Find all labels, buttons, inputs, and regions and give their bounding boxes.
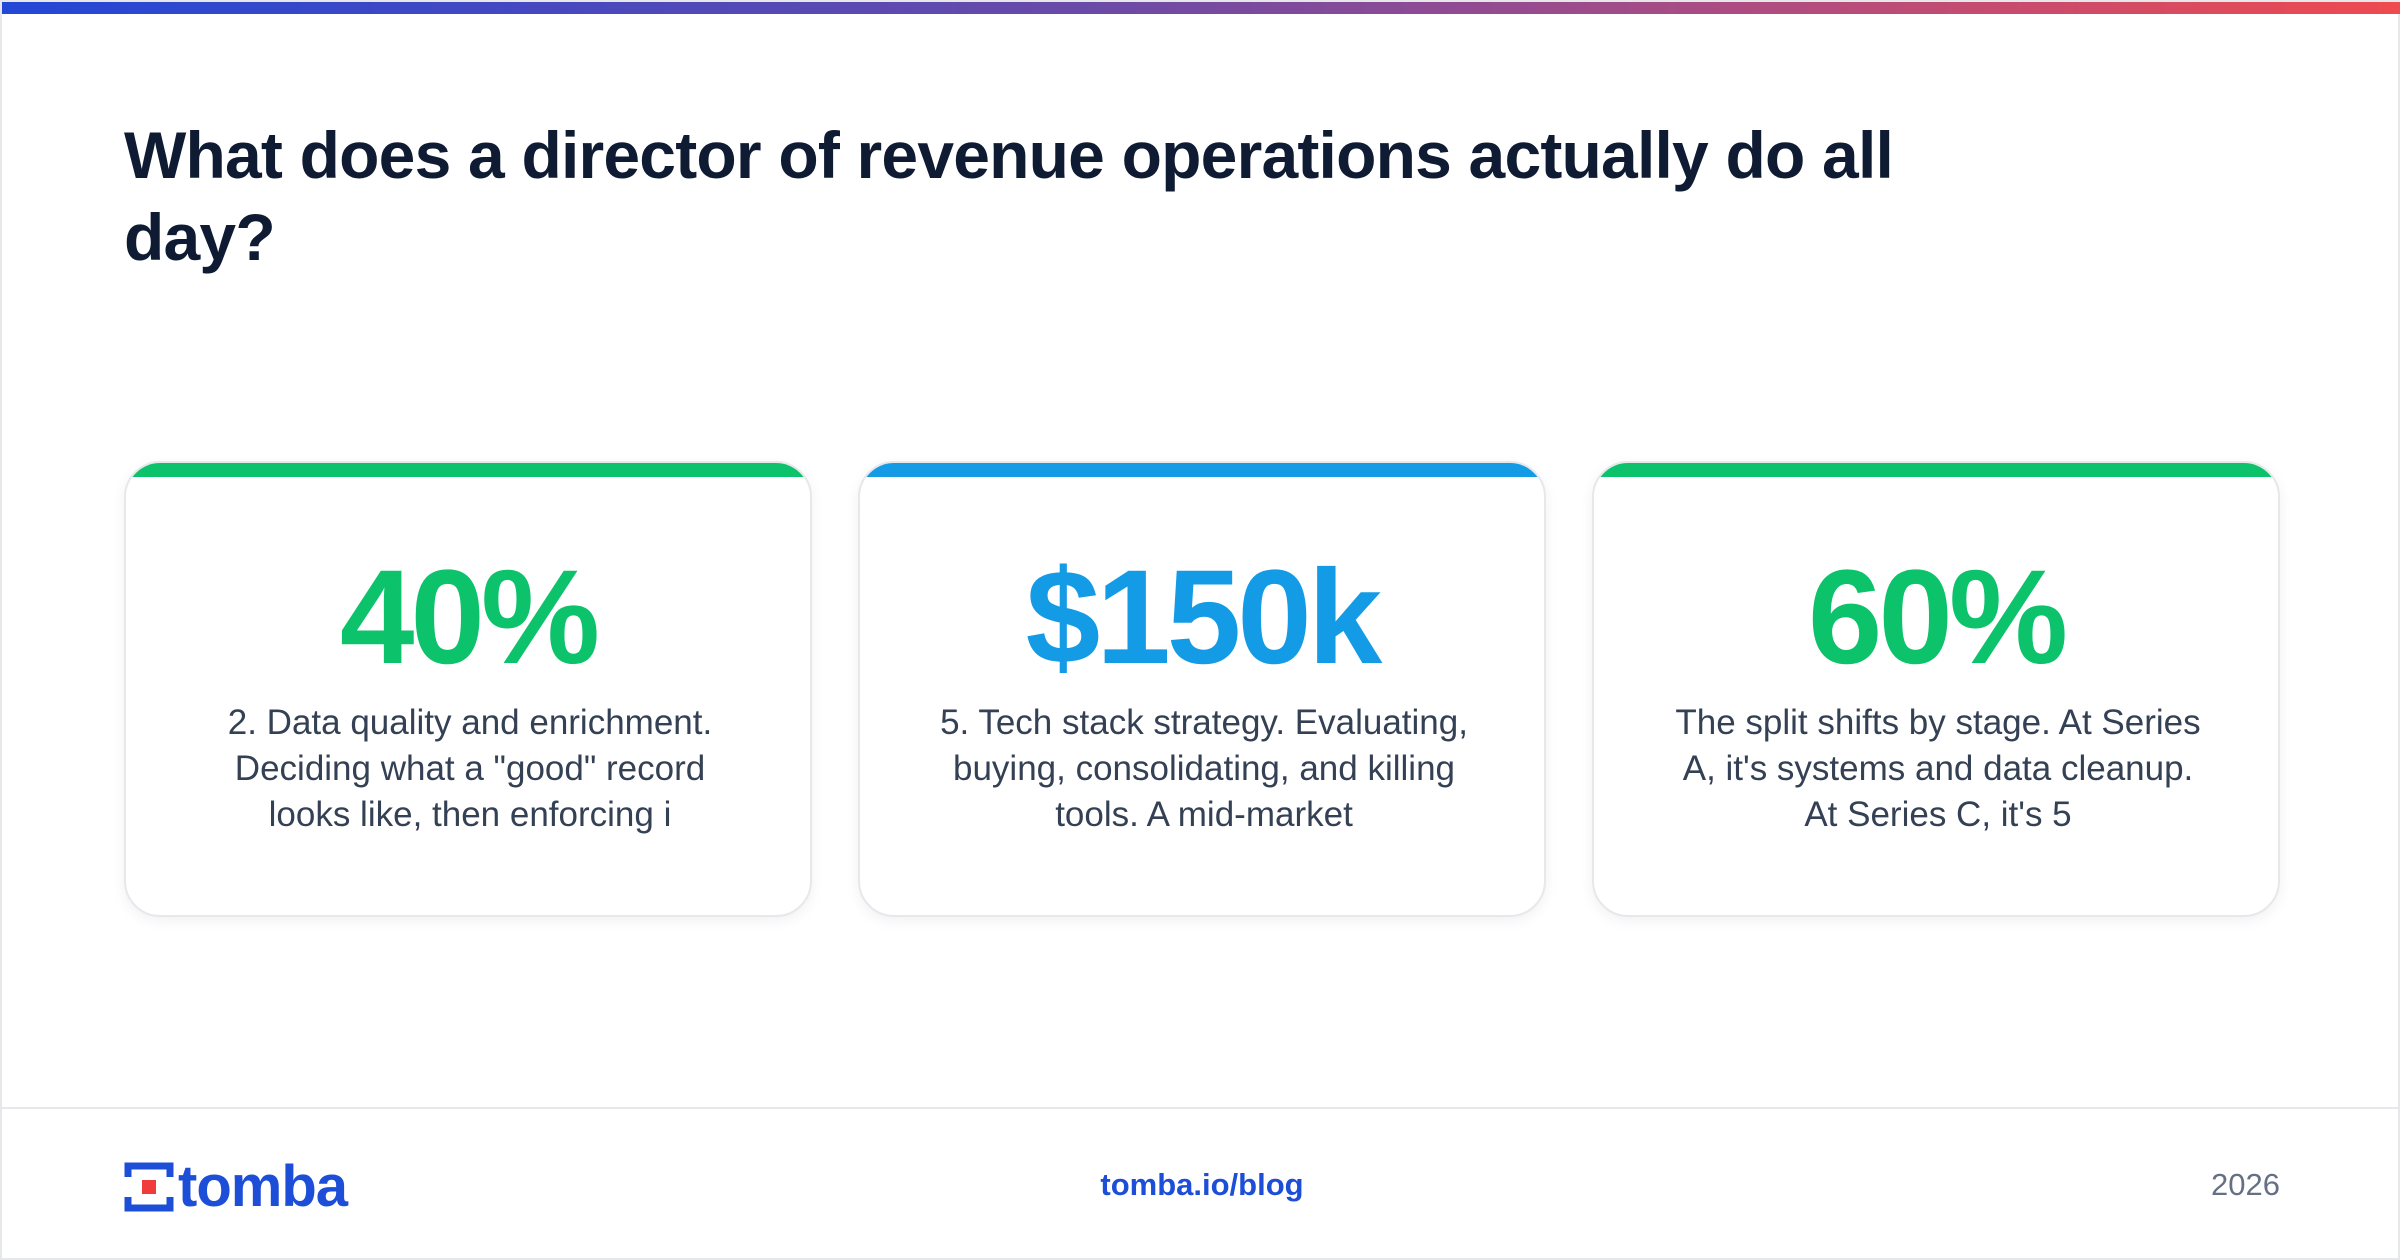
card-accent-bar: [860, 463, 1544, 477]
stat-description: 2. Data quality and enrichment. Deciding…: [227, 703, 713, 834]
footer: tomba tomba.io/blog 2026: [2, 1107, 2400, 1260]
card-accent-bar: [126, 463, 810, 477]
footer-year: 2026: [2211, 1167, 2280, 1202]
page-title: What does a director of revenue operatio…: [124, 118, 1894, 274]
card-accent-bar: [1594, 463, 2278, 477]
logo-wordmark: tomba: [178, 1154, 348, 1219]
stat-cards: 40% 2. Data quality and enrichment. Deci…: [124, 461, 2280, 917]
stat-value: 40%: [339, 543, 600, 692]
stat-card-2: $150k 5. Tech stack strategy. Evaluating…: [858, 461, 1546, 917]
blog-link[interactable]: tomba.io/blog: [1002, 1165, 1402, 1205]
stat-value: 60%: [1807, 543, 2068, 692]
stat-card-1: 40% 2. Data quality and enrichment. Deci…: [124, 461, 812, 917]
stat-value: $150k: [1025, 543, 1383, 692]
top-gradient-bar: [2, 2, 2400, 14]
stat-card-3: 60% The split shifts by stage. At Series…: [1592, 461, 2280, 917]
stat-description: 5. Tech stack strategy. Evaluating, buyi…: [940, 703, 1468, 834]
tomba-logo[interactable]: tomba: [124, 1154, 348, 1219]
page: What does a director of revenue operatio…: [0, 0, 2400, 1260]
tomba-logo-icon: [124, 1162, 174, 1212]
stat-description: The split shifts by stage. At Series A, …: [1675, 703, 2201, 834]
